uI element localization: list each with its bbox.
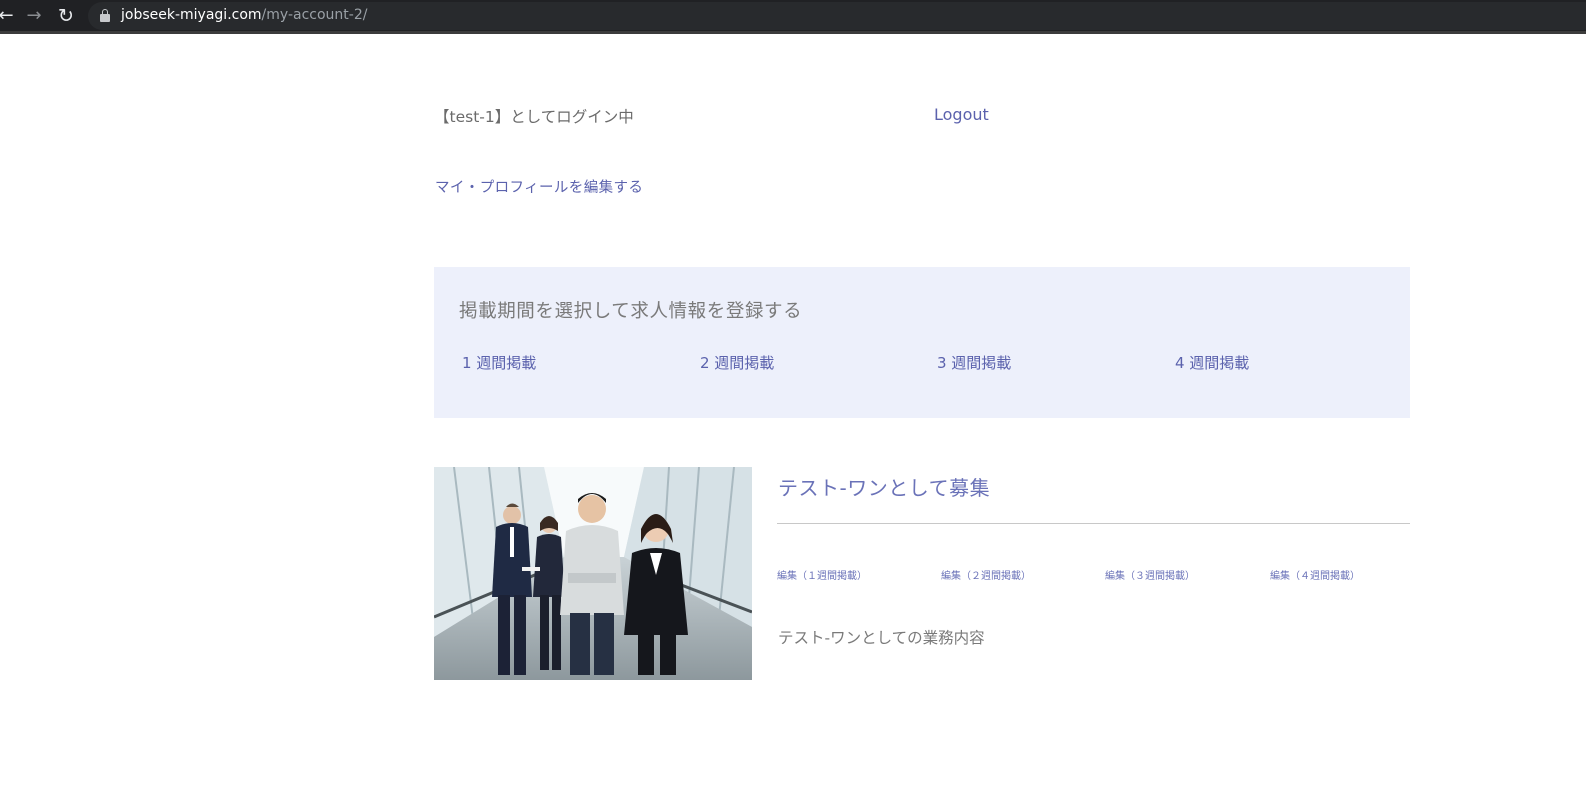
job-photo[interactable]: [434, 467, 752, 680]
job-description: テスト-ワンとしての業務内容: [778, 629, 985, 647]
reload-icon[interactable]: ↻: [54, 4, 78, 28]
lock-icon: [100, 9, 110, 22]
divider: [777, 523, 1410, 524]
edit-1-week-link[interactable]: 編集（１週間掲載）: [777, 567, 867, 582]
period-1-week-link[interactable]: 1 週間掲載: [462, 352, 536, 373]
register-title: 掲載期間を選択して求人情報を登録する: [459, 301, 803, 322]
browser-toolbar: ← → ↻ jobseek-miyagi.com/my-account-2/: [0, 0, 1586, 34]
period-2-week-link[interactable]: 2 週間掲載: [700, 352, 774, 373]
arrow-left-icon[interactable]: ←: [0, 4, 18, 28]
job-photo-illustration: [434, 467, 752, 680]
arrow-right-icon[interactable]: →: [22, 4, 46, 28]
url-path: /my-account-2/: [261, 7, 368, 23]
edit-4-week-link[interactable]: 編集（４週間掲載）: [1270, 567, 1360, 582]
url-host: jobseek-miyagi.com: [121, 7, 262, 23]
logout-link[interactable]: Logout: [934, 105, 989, 124]
job-title-link[interactable]: テスト-ワンとして募集: [778, 472, 990, 501]
login-status: 【test-1】としてログイン中: [434, 108, 634, 126]
register-job-panel: 掲載期間を選択して求人情報を登録する 1 週間掲載 2 週間掲載 3 週間掲載 …: [434, 267, 1410, 418]
period-3-week-link[interactable]: 3 週間掲載: [937, 352, 1011, 373]
period-4-week-link[interactable]: 4 週間掲載: [1175, 352, 1249, 373]
edit-profile-link[interactable]: マイ・プロフィールを編集する: [435, 176, 643, 197]
edit-3-week-link[interactable]: 編集（３週間掲載）: [1105, 567, 1195, 582]
address-url[interactable]: jobseek-miyagi.com/my-account-2/: [121, 6, 367, 24]
edit-2-week-link[interactable]: 編集（２週間掲載）: [941, 567, 1031, 582]
